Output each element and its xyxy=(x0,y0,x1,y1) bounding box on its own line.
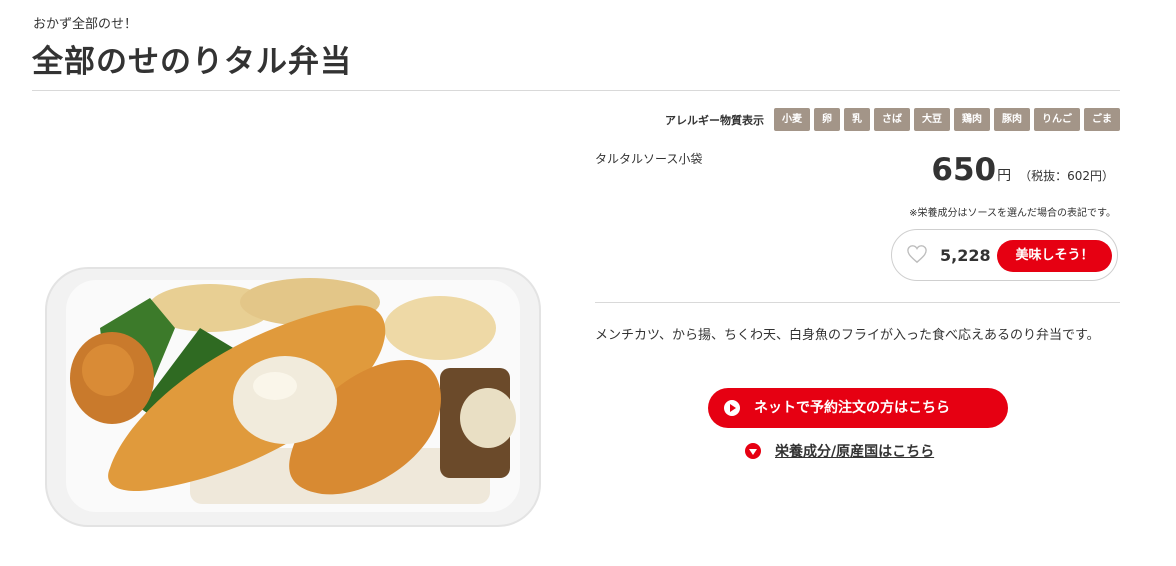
nutrition-link[interactable]: 栄養成分/原産国はこちら xyxy=(745,441,934,461)
price-value: 650 xyxy=(931,152,997,188)
like-count: 5,228 xyxy=(940,246,991,265)
allergy-chip-milk: 乳 xyxy=(844,108,870,131)
title-divider xyxy=(32,90,1120,91)
allergy-label: アレルギー物質表示 xyxy=(665,113,764,127)
allergy-panel: アレルギー物質表示 小麦 卵 乳 さば 大豆 鶏肉 豚肉 りんご ごま xyxy=(665,108,1120,131)
sauce-option: タルタルソース小袋 xyxy=(595,152,703,166)
allergy-chip-wheat: 小麦 xyxy=(774,108,810,131)
category-label: おかず全部のせ！ xyxy=(33,17,138,32)
oishisou-button[interactable]: 美味しそう！ xyxy=(997,240,1112,272)
online-order-button[interactable]: ネットで予約注文の方はこちら xyxy=(708,388,1008,428)
product-description: メンチカツ、から揚、ちくわ天、白身魚のフライが入った食べ応えあるのり弁当です。 xyxy=(595,328,1100,343)
nutrition-note: ※栄養成分はソースを選んだ場合の表記です。 xyxy=(909,208,1116,219)
heart-outline-icon[interactable] xyxy=(906,244,928,264)
section-divider xyxy=(595,302,1120,303)
allergy-chip-sesame: ごま xyxy=(1084,108,1120,131)
price-unit: 円 xyxy=(997,168,1012,184)
allergy-chip-pork: 豚肉 xyxy=(994,108,1030,131)
page-title: 全部のせのりタル弁当 xyxy=(32,44,352,80)
play-circle-icon xyxy=(724,400,740,416)
chevron-down-circle-icon xyxy=(745,443,761,459)
product-image xyxy=(45,267,541,527)
online-order-label: ネットで予約注文の方はこちら xyxy=(754,400,950,416)
price: 650 円 （税抜：602円） xyxy=(931,152,1114,188)
allergy-chip-egg: 卵 xyxy=(814,108,840,131)
allergy-chip-apple: りんご xyxy=(1034,108,1080,131)
price-tax: （税抜：602円） xyxy=(1019,169,1114,183)
allergy-chip-mackerel: さば xyxy=(874,108,910,131)
like-widget: 5,228 美味しそう！ xyxy=(891,229,1118,281)
allergy-chip-chicken: 鶏肉 xyxy=(954,108,990,131)
nutrition-link-label[interactable]: 栄養成分/原産国はこちら xyxy=(775,441,934,461)
allergy-chip-soybean: 大豆 xyxy=(914,108,950,131)
